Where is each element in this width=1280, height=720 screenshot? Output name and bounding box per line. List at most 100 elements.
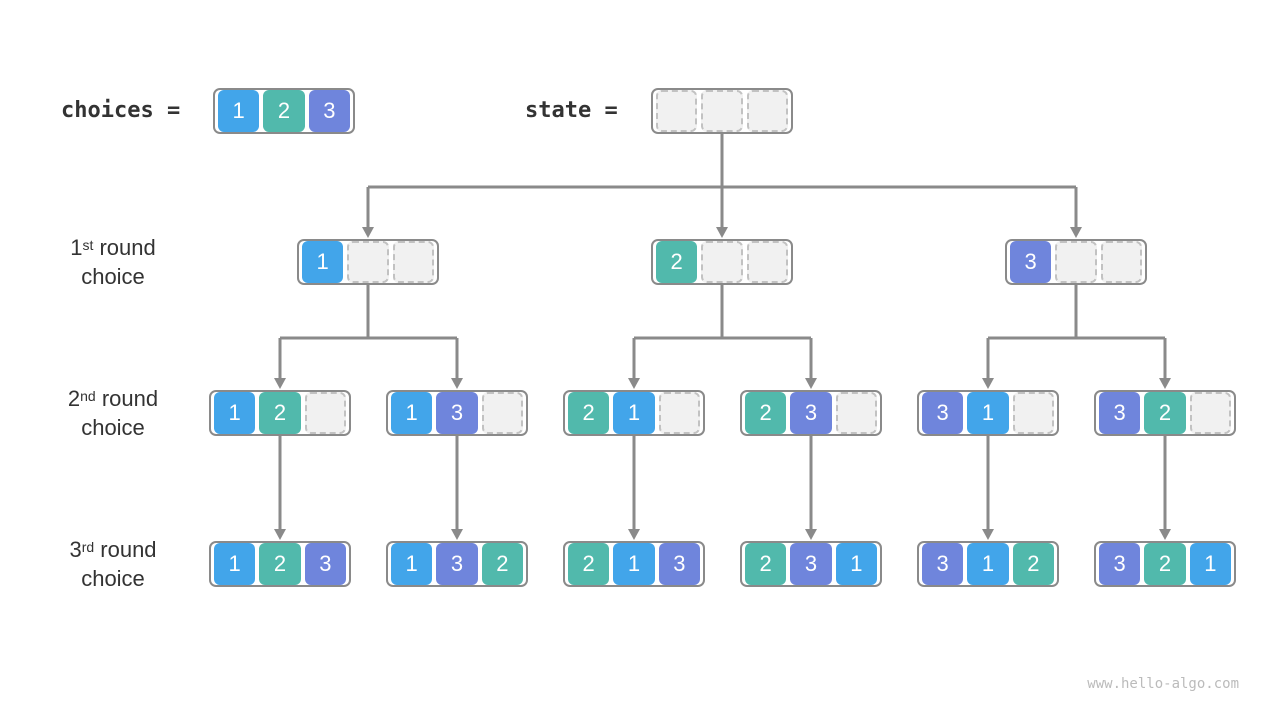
choice-cell-3: 3 bbox=[1099, 543, 1141, 585]
choice-cell-3: 3 bbox=[1010, 241, 1052, 283]
watermark: www.hello-algo.com bbox=[1087, 676, 1239, 692]
state-level2: 12 bbox=[209, 390, 351, 436]
arrow-head bbox=[362, 227, 374, 238]
state-level2: 32 bbox=[1094, 390, 1236, 436]
round-label-2: 2nd round choice bbox=[58, 384, 168, 442]
round-word: round bbox=[99, 235, 156, 260]
arrow-head bbox=[982, 378, 994, 389]
choice-cell-1: 1 bbox=[391, 392, 433, 434]
arrow-head bbox=[716, 227, 728, 238]
choice-cell-2: 2 bbox=[1012, 543, 1054, 585]
choice-cell-3: 3 bbox=[436, 543, 478, 585]
empty-cell bbox=[746, 241, 788, 283]
round-label-1: 1st round choice bbox=[58, 233, 168, 291]
empty-cell bbox=[746, 90, 788, 132]
arrow-head bbox=[628, 529, 640, 540]
state-root bbox=[651, 88, 793, 134]
state-level3: 231 bbox=[740, 541, 882, 587]
state-level1: 3 bbox=[1005, 239, 1147, 285]
state-label: state = bbox=[525, 98, 618, 123]
choice-cell-1: 1 bbox=[218, 90, 260, 132]
arrow-head bbox=[451, 529, 463, 540]
choice-cell-3: 3 bbox=[436, 392, 478, 434]
empty-cell bbox=[1100, 241, 1142, 283]
choice-cell-3: 3 bbox=[922, 392, 964, 434]
choice-cell-1: 1 bbox=[391, 543, 433, 585]
choice-cell-3: 3 bbox=[790, 543, 832, 585]
arrow-head bbox=[274, 529, 286, 540]
empty-cell bbox=[656, 90, 698, 132]
arrow-head bbox=[1159, 529, 1171, 540]
choice-cell-3: 3 bbox=[922, 543, 964, 585]
choices-array: 123 bbox=[213, 88, 355, 134]
state-level2: 23 bbox=[740, 390, 882, 436]
state-level3: 312 bbox=[917, 541, 1059, 587]
empty-cell bbox=[701, 241, 743, 283]
choice-cell-2: 2 bbox=[745, 392, 787, 434]
choice-cell-2: 2 bbox=[656, 241, 698, 283]
choice-cell-3: 3 bbox=[1099, 392, 1141, 434]
arrow-head bbox=[1159, 378, 1171, 389]
choice-cell-1: 1 bbox=[835, 543, 877, 585]
state-level2: 21 bbox=[563, 390, 705, 436]
state-level2: 13 bbox=[386, 390, 528, 436]
choice-cell-2: 2 bbox=[568, 392, 610, 434]
choice-cell-1: 1 bbox=[1189, 543, 1231, 585]
choices-label: choices = bbox=[61, 98, 181, 123]
arrow-head bbox=[982, 529, 994, 540]
choice-cell-2: 2 bbox=[259, 543, 301, 585]
choice-cell-2: 2 bbox=[481, 543, 523, 585]
choice-cell-1: 1 bbox=[613, 543, 655, 585]
choice-cell-3: 3 bbox=[304, 543, 346, 585]
choice-cell-2: 2 bbox=[259, 392, 301, 434]
choice-cell-3: 3 bbox=[658, 543, 700, 585]
round-number: 2 bbox=[67, 386, 81, 411]
empty-cell bbox=[392, 241, 434, 283]
round-suffix: rd bbox=[81, 539, 95, 555]
state-level1: 2 bbox=[651, 239, 793, 285]
state-level3: 321 bbox=[1094, 541, 1236, 587]
empty-cell bbox=[835, 392, 877, 434]
arrow-head bbox=[805, 529, 817, 540]
round-suffix: nd bbox=[80, 388, 96, 404]
arrow-head bbox=[451, 378, 463, 389]
round-line2: choice bbox=[81, 566, 145, 591]
empty-cell bbox=[658, 392, 700, 434]
choice-cell-2: 2 bbox=[568, 543, 610, 585]
tree-edges bbox=[274, 134, 1171, 540]
arrow-head bbox=[628, 378, 640, 389]
empty-cell bbox=[701, 90, 743, 132]
round-line2: choice bbox=[81, 264, 145, 289]
choice-cell-2: 2 bbox=[1144, 392, 1186, 434]
choice-cell-3: 3 bbox=[790, 392, 832, 434]
state-level2: 31 bbox=[917, 390, 1059, 436]
round-number: 3 bbox=[69, 537, 82, 562]
choice-cell-2: 2 bbox=[263, 90, 305, 132]
round-label-3: 3rd round choice bbox=[58, 535, 168, 593]
choice-cell-1: 1 bbox=[967, 543, 1009, 585]
choice-cell-1: 1 bbox=[214, 543, 256, 585]
empty-cell bbox=[304, 392, 346, 434]
empty-cell bbox=[347, 241, 389, 283]
choice-cell-1: 1 bbox=[613, 392, 655, 434]
round-word: round bbox=[101, 386, 159, 411]
round-line2: choice bbox=[81, 415, 145, 440]
empty-cell bbox=[1012, 392, 1054, 434]
round-word: round bbox=[100, 537, 157, 562]
arrow-head bbox=[805, 378, 817, 389]
empty-cell bbox=[481, 392, 523, 434]
choice-cell-1: 1 bbox=[302, 241, 344, 283]
state-level3: 213 bbox=[563, 541, 705, 587]
choice-cell-2: 2 bbox=[1144, 543, 1186, 585]
empty-cell bbox=[1189, 392, 1231, 434]
round-suffix: st bbox=[82, 237, 94, 253]
empty-cell bbox=[1055, 241, 1097, 283]
state-level1: 1 bbox=[297, 239, 439, 285]
arrow-head bbox=[274, 378, 286, 389]
choice-cell-3: 3 bbox=[308, 90, 350, 132]
state-level3: 132 bbox=[386, 541, 528, 587]
state-level3: 123 bbox=[209, 541, 351, 587]
choice-cell-2: 2 bbox=[745, 543, 787, 585]
round-number: 1 bbox=[70, 235, 83, 260]
arrow-head bbox=[1070, 227, 1082, 238]
